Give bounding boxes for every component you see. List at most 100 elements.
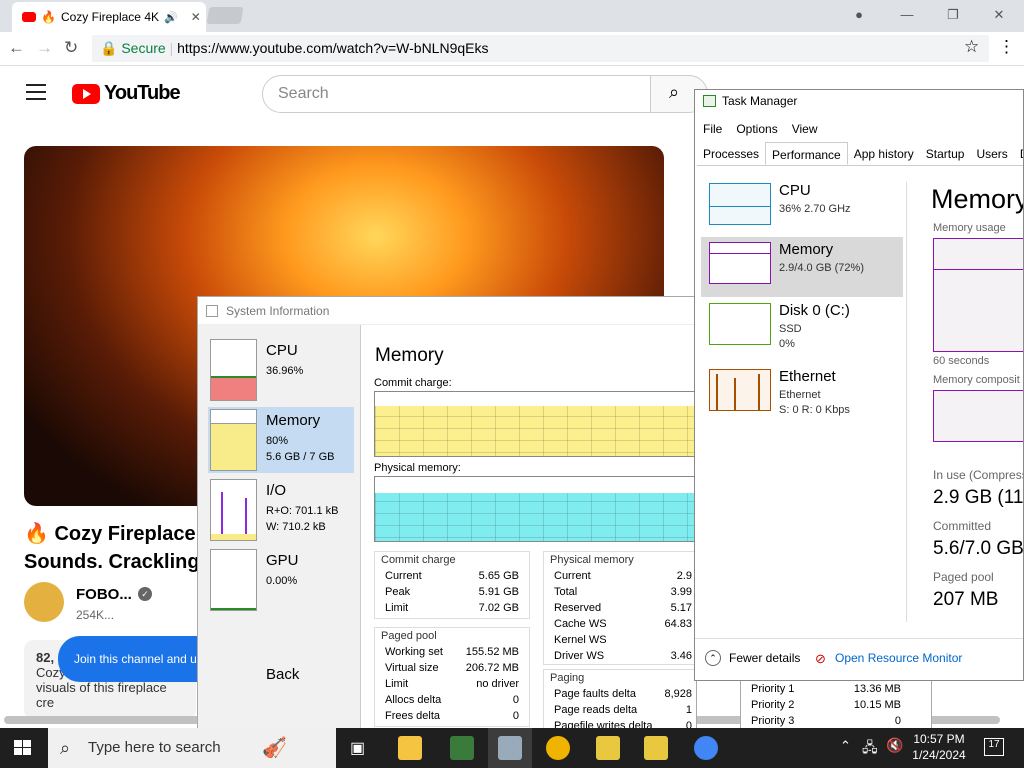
menu-file[interactable]: File <box>703 122 722 136</box>
tm-item-disk[interactable]: Disk 0 (C:) SSD 0% <box>701 298 903 358</box>
menu-view[interactable]: View <box>792 122 818 136</box>
tm-title-bar[interactable]: Task Manager <box>703 94 797 108</box>
memory-mini-graph <box>210 409 257 471</box>
channel-avatar[interactable] <box>24 582 64 622</box>
tab-close-icon[interactable]: ✕ <box>191 10 201 24</box>
paged-pool-box: Paged pool Working set 155.52 MB Virtual … <box>374 627 530 727</box>
si-item-gpu[interactable]: GPU 0.00% <box>208 547 354 613</box>
task-view-icon[interactable]: ▣ <box>350 738 365 758</box>
si-item-memory[interactable]: Memory 80% 5.6 GB / 7 GB <box>208 407 354 473</box>
browser-tab-strip: 🔥 Cozy Fireplace 4K 🔊 ✕ ● — ❐ ✕ <box>0 0 1024 32</box>
bookmark-star-icon[interactable]: ☆ <box>964 37 979 57</box>
paged-pool-value: 207 MB <box>933 589 999 610</box>
si-item-io[interactable]: I/O R+O: 701.1 kB W: 710.2 kB <box>208 477 354 543</box>
network-icon[interactable]: 🖧 <box>862 737 878 761</box>
resource-monitor-icon: ⊘ <box>815 651 826 666</box>
chrome-icon[interactable] <box>694 736 718 760</box>
browser-toolbar: ← → ↻ 🔒 Secure | https://www.youtube.com… <box>0 32 1024 66</box>
tab-processes[interactable]: Processes <box>697 142 765 165</box>
tab-details[interactable]: Det <box>1014 142 1023 165</box>
physical-memory-box: Physical memory Current 2.9 Total 3.99 Res… <box>543 551 696 665</box>
memory-usage-graph <box>933 238 1023 352</box>
url-text: https://www.youtube.com/watch?v=W-bNLN9q… <box>177 40 489 56</box>
si-detail-pane: Memory Commit charge: Physical memory: C… <box>361 325 696 731</box>
tm-item-cpu[interactable]: CPU 36% 2.70 GHz <box>701 178 903 238</box>
seconds-label: 60 seconds <box>933 355 990 367</box>
tm-divider <box>906 182 907 622</box>
memory-usage-label: Memory usage <box>933 222 1006 234</box>
commit-charge-label: Commit charge: <box>374 377 452 389</box>
si-item-cpu[interactable]: CPU 36.96% <box>208 337 354 403</box>
close-button[interactable]: ✕ <box>984 4 1014 26</box>
app-bee-icon[interactable] <box>596 736 620 760</box>
hamburger-menu-icon[interactable] <box>26 84 46 100</box>
tm-item-ethernet[interactable]: Ethernet Ethernet S: 0 R: 0 Kbps <box>701 364 903 424</box>
reload-icon[interactable]: ↻ <box>64 38 78 58</box>
committed-label: Committed <box>933 519 992 533</box>
tab-users[interactable]: Users <box>970 142 1013 165</box>
tab-startup[interactable]: Startup <box>920 142 971 165</box>
forward-arrow-icon[interactable]: → <box>36 38 53 58</box>
io-mini-graph <box>210 479 257 541</box>
video-title[interactable]: 🔥 Cozy Fireplace 4 Sounds. Crackling F <box>24 520 204 576</box>
memory-heading: Memory <box>375 345 444 366</box>
system-information-window: System Information CPU 36.96% Memory 80%… <box>197 296 697 732</box>
memory-composition-bar <box>933 390 1023 442</box>
back-button[interactable]: Back <box>266 666 299 683</box>
taskbar: ⌕ Type here to search 🎻 ▣ ⌃ 🖧 🔇 10:57 PM… <box>0 728 1024 768</box>
open-resource-monitor-link[interactable]: Open Resource Monitor <box>835 651 962 665</box>
chevron-up-tray-icon[interactable]: ⌃ <box>840 738 851 754</box>
speaker-icon: 🔊 <box>164 11 178 24</box>
tm-footer: ⌃ Fewer details ⊘ Open Resource Monitor <box>695 638 1023 680</box>
address-bar[interactable]: 🔒 Secure | https://www.youtube.com/watch… <box>92 35 989 62</box>
taskbar-search-input[interactable]: ⌕ Type here to search 🎻 <box>48 728 336 768</box>
tm-tabs: Processes Performance App history Startu… <box>697 142 1023 166</box>
tm-item-memory[interactable]: Memory 2.9/4.0 GB (72%) <box>701 237 903 297</box>
restore-button[interactable]: ❐ <box>938 4 968 26</box>
youtube-favicon-icon <box>22 12 36 22</box>
tab-performance[interactable]: Performance <box>765 142 848 165</box>
tab-app-history[interactable]: App history <box>848 142 920 165</box>
si-title-bar[interactable]: System Information <box>198 297 696 325</box>
profile-icon[interactable]: ● <box>844 4 874 26</box>
task-manager-taskbar-button[interactable] <box>488 728 532 768</box>
cpu-mini-graph <box>210 339 257 401</box>
standby-priority-panel: Priority 1 13.36 MB Priority 2 10.15 MB Pr… <box>740 680 932 730</box>
menu-options[interactable]: Options <box>736 122 777 136</box>
fewer-details-link[interactable]: Fewer details <box>729 651 800 665</box>
channel-name[interactable]: FOBO... <box>76 586 132 603</box>
app-bee2-icon[interactable] <box>644 736 668 760</box>
search-icon: ⌕ <box>60 738 71 758</box>
lock-icon: 🔒 <box>100 40 118 56</box>
in-use-label: In use (Compress <box>933 468 1024 482</box>
search-icon: ⌕ <box>669 82 680 102</box>
secure-label: Secure <box>121 40 166 56</box>
back-arrow-icon[interactable]: ← <box>8 38 25 58</box>
file-explorer-icon[interactable] <box>398 736 422 760</box>
system-information-app-icon[interactable] <box>450 736 474 760</box>
minimize-button[interactable]: — <box>892 4 922 26</box>
tab-title: Cozy Fireplace 4K <box>60 10 159 24</box>
youtube-search-input[interactable]: Search <box>262 75 662 113</box>
new-tab-button[interactable] <box>206 7 244 24</box>
chevron-up-icon[interactable]: ⌃ <box>705 650 721 666</box>
browser-tab[interactable]: 🔥 Cozy Fireplace 4K 🔊 ✕ <box>12 2 206 32</box>
join-channel-banner[interactable]: Join this channel and u <box>58 636 198 682</box>
youtube-logo[interactable]: YouTube <box>72 82 181 105</box>
notification-icon[interactable]: 17 <box>984 738 1004 756</box>
windows-start-icon[interactable] <box>14 740 32 756</box>
flame-icon: 🔥 <box>41 10 56 24</box>
clock[interactable]: 10:57 PM 1/24/2024 <box>908 731 970 763</box>
verified-check-icon: ✓ <box>138 587 152 601</box>
si-sidebar: CPU 36.96% Memory 80% 5.6 GB / 7 GB I/O R… <box>198 325 361 731</box>
menu-dots-icon[interactable]: ⋮ <box>998 37 1015 57</box>
youtube-play-icon <box>72 83 100 104</box>
app-circle-icon[interactable] <box>546 736 570 760</box>
task-manager-window: Task Manager File Options View Processes… <box>694 89 1024 681</box>
gpu-mini-graph <box>210 549 257 611</box>
in-use-value: 2.9 GB (11 <box>933 487 1024 508</box>
speaker-mute-icon[interactable]: 🔇 <box>886 737 903 754</box>
paging-box: Paging Page faults delta 8,928 Page reads… <box>543 669 696 731</box>
ethernet-thumb-graph <box>709 369 771 411</box>
subscriber-count: 254K... <box>76 608 115 622</box>
